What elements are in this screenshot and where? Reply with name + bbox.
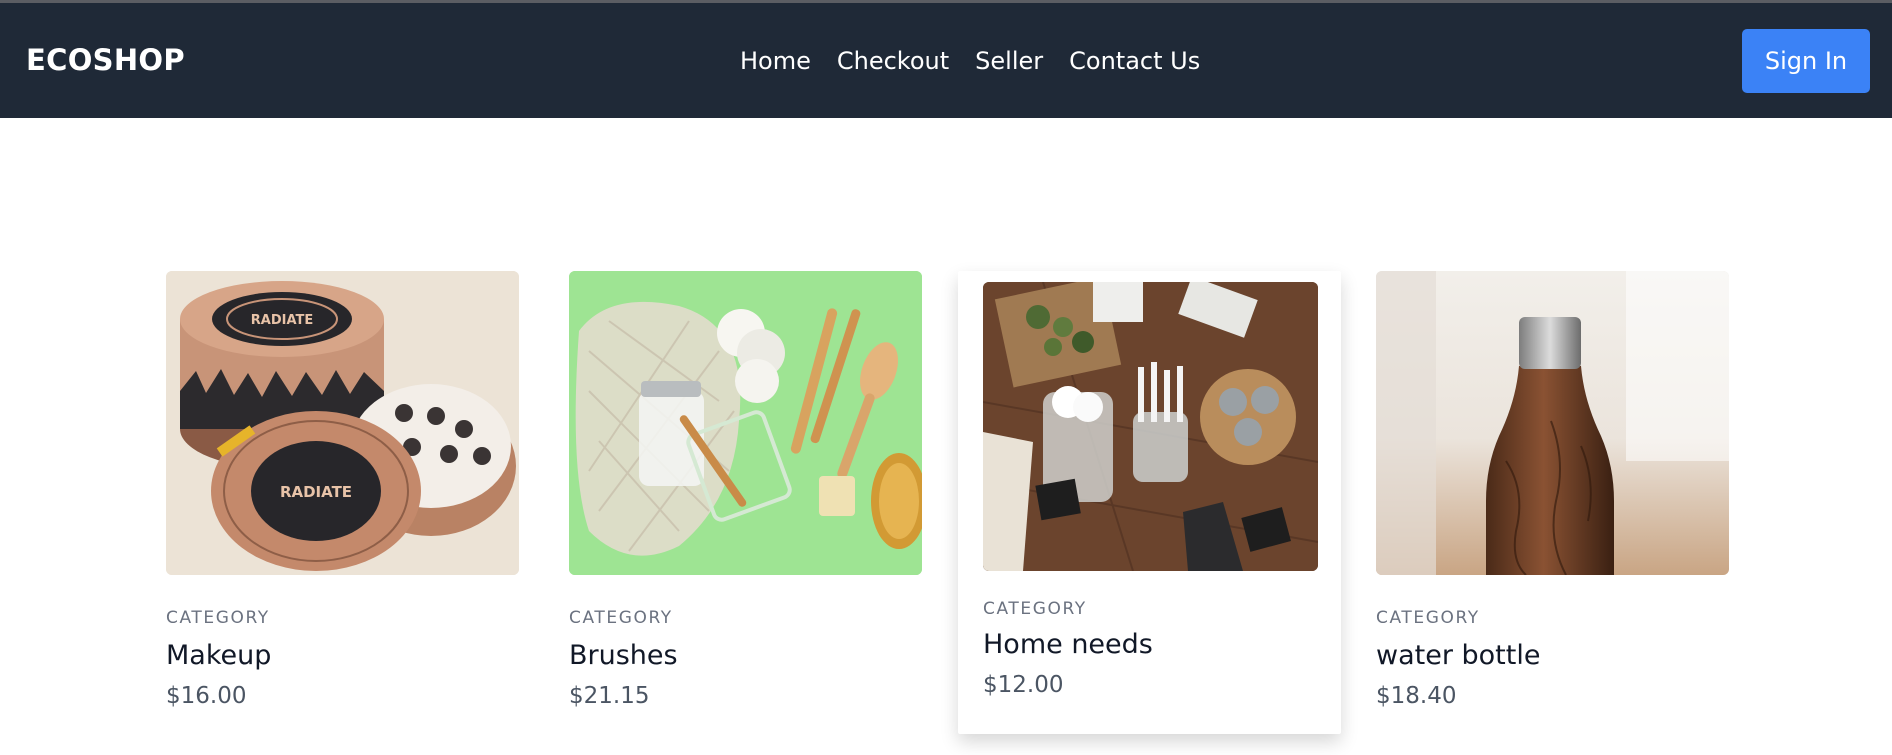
product-name[interactable]: water bottle — [1376, 640, 1729, 671]
product-price: $16.00 — [166, 683, 247, 709]
product-price: $12.00 — [983, 672, 1064, 698]
product-image-home-store[interactable] — [983, 282, 1318, 571]
product-name[interactable]: Makeup — [166, 640, 519, 671]
product-price: $21.15 — [569, 683, 650, 709]
product-category: CATEGORY — [1376, 608, 1480, 628]
product-image-candle-tins[interactable]: RADIATE RADIATE — [166, 271, 519, 575]
product-image-eco-brushes[interactable] — [569, 271, 922, 575]
sign-in-button[interactable]: Sign In — [1742, 29, 1870, 93]
product-image-wood-bottle[interactable] — [1376, 271, 1729, 575]
navbar: ECOSHOP Home Checkout Seller Contact Us … — [0, 3, 1892, 118]
product-category: CATEGORY — [569, 608, 673, 628]
product-card-brushes[interactable]: CATEGORY Brushes $21.15 — [569, 271, 922, 709]
nav-links: Home Checkout Seller Contact Us — [740, 47, 1200, 75]
product-category: CATEGORY — [166, 608, 270, 628]
product-card-makeup[interactable]: RADIATE RADIATE CATEGORY Makeup $16.00 — [166, 271, 519, 709]
product-name[interactable]: Home needs — [983, 629, 1318, 660]
nav-link-home[interactable]: Home — [740, 47, 811, 75]
nav-link-seller[interactable]: Seller — [975, 47, 1043, 75]
product-name[interactable]: Brushes — [569, 640, 922, 671]
product-card-home-needs[interactable]: CATEGORY Home needs $12.00 — [958, 271, 1341, 734]
product-category: CATEGORY — [983, 599, 1087, 619]
svg-text:RADIATE: RADIATE — [280, 483, 352, 501]
svg-text:RADIATE: RADIATE — [251, 313, 314, 328]
nav-link-contact-us[interactable]: Contact Us — [1069, 47, 1200, 75]
product-card-water-bottle[interactable]: CATEGORY water bottle $18.40 — [1376, 271, 1729, 709]
brand-logo[interactable]: ECOSHOP — [26, 43, 185, 77]
product-price: $18.40 — [1376, 683, 1457, 709]
nav-link-checkout[interactable]: Checkout — [837, 47, 949, 75]
